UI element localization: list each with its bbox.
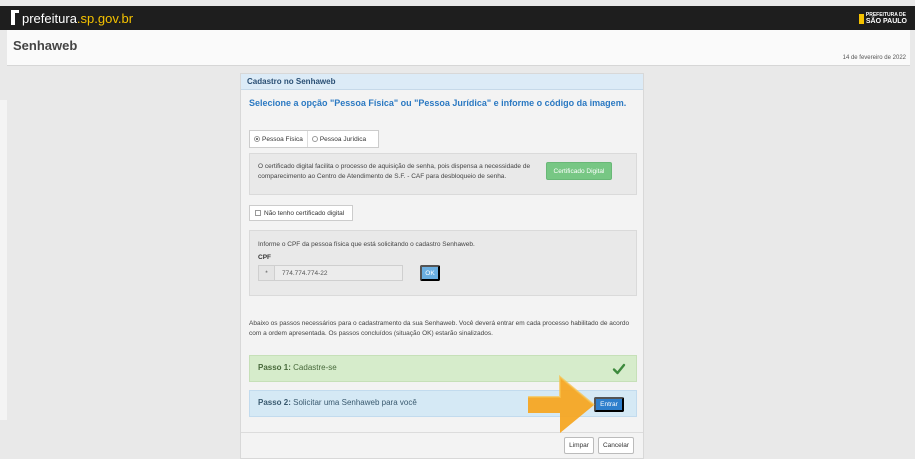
checkbox-icon[interactable] bbox=[255, 210, 261, 216]
current-date: 14 de fevereiro de 2022 bbox=[842, 55, 906, 61]
cancel-button[interactable]: Cancelar bbox=[598, 437, 634, 454]
app-header: Senhaweb 14 de fevereiro de 2022 bbox=[7, 30, 910, 66]
clear-button[interactable]: Limpar bbox=[564, 437, 594, 454]
page-title: Senhaweb bbox=[13, 38, 78, 53]
step-2-text: Solicitar uma Senhaweb para você bbox=[293, 398, 417, 407]
step-1-label: Passo 1: bbox=[258, 363, 291, 372]
entrar-button[interactable]: Entrar bbox=[594, 397, 624, 412]
cpf-box: Informe o CPF da pessoa física que está … bbox=[249, 230, 637, 296]
site-logo-text[interactable]: prefeitura.sp.gov.br bbox=[22, 11, 133, 26]
step-1-row: Passo 1: Cadastre-se bbox=[249, 355, 637, 382]
registration-panel: Cadastro no Senhaweb Selecione a opção "… bbox=[240, 73, 644, 459]
radio-selected-icon[interactable] bbox=[254, 136, 260, 142]
no-certificate-checkbox[interactable]: Não tenho certificado digital bbox=[249, 205, 353, 221]
step-2-label: Passo 2: bbox=[258, 398, 291, 407]
panel-footer: Limpar Cancelar bbox=[241, 432, 643, 458]
left-edge-strip bbox=[0, 100, 7, 420]
certificate-digital-button[interactable]: Certificado Digital bbox=[546, 162, 612, 180]
person-type-radio-group: Pessoa Física Pessoa Jurídica bbox=[249, 130, 379, 148]
certificate-info-text: O certificado digital facilita o process… bbox=[258, 163, 531, 180]
flag-icon bbox=[858, 13, 864, 24]
panel-title: Cadastro no Senhaweb bbox=[241, 74, 643, 90]
top-bar: prefeitura.sp.gov.br PREFEITURA DE SÃO PA… bbox=[0, 6, 915, 30]
step-1-text: Cadastre-se bbox=[293, 363, 337, 372]
prefeitura-logo-icon[interactable] bbox=[10, 9, 20, 26]
check-icon bbox=[612, 363, 626, 375]
radio-unselected-icon[interactable] bbox=[311, 136, 318, 142]
certificate-info-box: O certificado digital facilita o process… bbox=[249, 153, 637, 195]
steps-intro-text: Abaixo os passos necessários para o cada… bbox=[249, 320, 630, 337]
step-2-row: Passo 2: Solicitar uma Senhaweb para voc… bbox=[249, 390, 637, 417]
cpf-prompt: Informe o CPF da pessoa física que está … bbox=[258, 241, 475, 248]
city-brand: PREFEITURA DE SÃO PAULO bbox=[858, 12, 907, 25]
required-marker: * bbox=[259, 266, 275, 280]
radio-pessoa-fisica[interactable]: Pessoa Física bbox=[250, 131, 307, 147]
radio-pessoa-juridica[interactable]: Pessoa Jurídica bbox=[306, 131, 370, 147]
cpf-input[interactable]: * 774.774.774-22 bbox=[258, 265, 403, 281]
cpf-ok-button[interactable]: OK bbox=[420, 265, 440, 281]
cpf-value: 774.774.774-22 bbox=[282, 269, 328, 277]
instruction-text: Selecione a opção "Pessoa Física" ou "Pe… bbox=[249, 98, 627, 108]
cpf-label: CPF bbox=[258, 254, 271, 261]
